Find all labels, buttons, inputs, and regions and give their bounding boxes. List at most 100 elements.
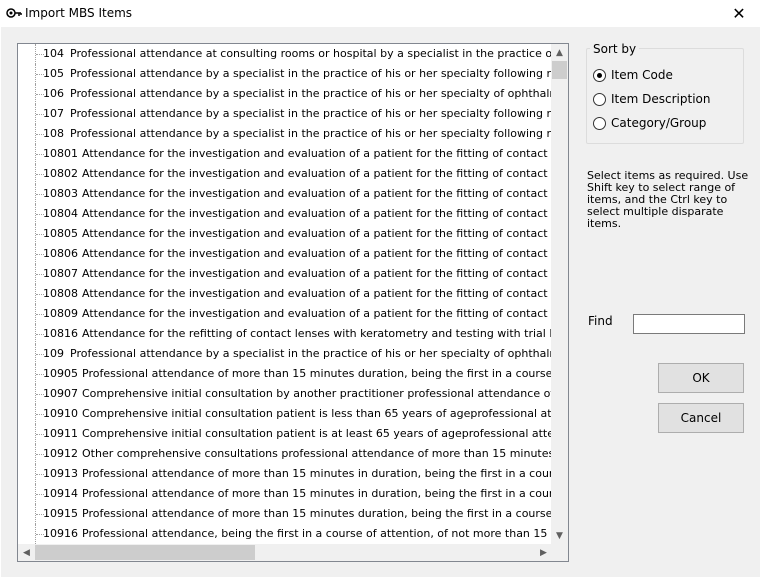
item-description: Professional attendance of more than 15 … bbox=[82, 367, 552, 380]
item-description: Comprehensive initial consultation patie… bbox=[82, 427, 552, 440]
tree-item[interactable]: 10816 Attendance for the refitting of con… bbox=[18, 324, 552, 344]
radio-label: Item Description bbox=[611, 92, 711, 106]
tree-item[interactable]: 10916 Professional attendance, being the … bbox=[18, 524, 552, 544]
item-description: Attendance for the investigation and eva… bbox=[82, 207, 552, 220]
item-description: Professional attendance of more than 15 … bbox=[82, 487, 552, 500]
cancel-button[interactable]: Cancel bbox=[658, 403, 744, 433]
item-code: 10912 bbox=[43, 447, 78, 460]
tree-item[interactable]: 106 Professional attendance by a speciali… bbox=[18, 84, 552, 104]
tree-item[interactable]: 10905 Professional attendance of more tha… bbox=[18, 364, 552, 384]
tree-item[interactable]: 107 Professional attendance by a speciali… bbox=[18, 104, 552, 124]
item-code: 10802 bbox=[43, 167, 78, 180]
item-description: Professional attendance by a specialist … bbox=[70, 67, 552, 80]
tree-item[interactable]: 10801 Attendance for the investigation an… bbox=[18, 144, 552, 164]
close-button[interactable]: ✕ bbox=[717, 0, 761, 27]
item-description: Professional attendance of more than 15 … bbox=[82, 507, 552, 520]
item-code: 10910 bbox=[43, 407, 78, 420]
item-description: Professional attendance by a specialist … bbox=[70, 87, 552, 100]
item-code: 10915 bbox=[43, 507, 78, 520]
scroll-right-arrow-icon[interactable]: ▶ bbox=[535, 544, 552, 561]
item-description: Attendance for the investigation and eva… bbox=[82, 147, 552, 160]
tree-item[interactable]: 10809 Attendance for the investigation an… bbox=[18, 304, 552, 324]
item-description: Professional attendance of more than 15 … bbox=[82, 467, 552, 480]
item-code: 10805 bbox=[43, 227, 78, 240]
item-description: Attendance for the investigation and eva… bbox=[82, 247, 552, 260]
tree-item[interactable]: 10913 Professional attendance of more tha… bbox=[18, 464, 552, 484]
tree-item[interactable]: 105 Professional attendance by a speciali… bbox=[18, 64, 552, 84]
tree-rows: 104 Professional attendance at consulting… bbox=[18, 44, 552, 544]
tree-item[interactable]: 108 Professional attendance by a speciali… bbox=[18, 124, 552, 144]
item-description: Professional attendance by a specialist … bbox=[70, 347, 552, 360]
mbs-items-tree[interactable]: 104 Professional attendance at consulting… bbox=[17, 43, 569, 562]
radio-circle[interactable] bbox=[593, 68, 606, 82]
radio-category-group[interactable]: Category/Group bbox=[593, 115, 706, 131]
item-description: Attendance for the investigation and eva… bbox=[82, 227, 552, 240]
scroll-up-arrow-icon[interactable]: ▲ bbox=[551, 44, 568, 61]
item-description: Attendance for the investigation and eva… bbox=[82, 187, 552, 200]
horizontal-scroll-thumb[interactable] bbox=[35, 545, 255, 560]
item-code: 10905 bbox=[43, 367, 78, 380]
item-code: 10914 bbox=[43, 487, 78, 500]
radio-label: Item Code bbox=[611, 68, 673, 82]
tree-item[interactable]: 104 Professional attendance at consulting… bbox=[18, 44, 552, 64]
item-code: 10816 bbox=[43, 327, 78, 340]
find-input[interactable] bbox=[633, 314, 745, 334]
tree-item[interactable]: 10912 Other comprehensive consultations p… bbox=[18, 444, 552, 464]
item-description: Other comprehensive consultations profes… bbox=[82, 447, 552, 460]
item-description: Comprehensive initial consultation patie… bbox=[82, 407, 552, 420]
ok-button[interactable]: OK bbox=[658, 363, 744, 393]
sort-by-label: Sort by bbox=[590, 42, 640, 56]
item-code: 10911 bbox=[43, 427, 78, 440]
item-description: Attendance for the investigation and eva… bbox=[82, 167, 552, 180]
tree-item[interactable]: 10804 Attendance for the investigation an… bbox=[18, 204, 552, 224]
item-code: 104 bbox=[43, 47, 64, 60]
tree-item[interactable]: 10911 Comprehensive initial consultation … bbox=[18, 424, 552, 444]
item-description: Attendance for the investigation and eva… bbox=[82, 287, 552, 300]
item-code: 10916 bbox=[43, 527, 78, 540]
radio-label: Category/Group bbox=[611, 116, 707, 130]
tree-item[interactable]: 10803 Attendance for the investigation an… bbox=[18, 184, 552, 204]
gear-key-icon bbox=[6, 8, 22, 18]
tree-item[interactable]: 10808 Attendance for the investigation an… bbox=[18, 284, 552, 304]
tree-item[interactable]: 109 Professional attendance by a speciali… bbox=[18, 344, 552, 364]
tree-item[interactable]: 10910 Comprehensive initial consultation … bbox=[18, 404, 552, 424]
item-code: 10806 bbox=[43, 247, 78, 260]
scroll-down-arrow-icon[interactable]: ▼ bbox=[551, 527, 568, 544]
window-title: Import MBS Items bbox=[25, 6, 133, 20]
item-code: 10907 bbox=[43, 387, 78, 400]
tree-item[interactable]: 10805 Attendance for the investigation an… bbox=[18, 224, 552, 244]
item-description: Professional attendance at consulting ro… bbox=[70, 47, 552, 60]
tree-item[interactable]: 10907 Comprehensive initial consultation … bbox=[18, 384, 552, 404]
item-code: 10804 bbox=[43, 207, 78, 220]
tree-item[interactable]: 10807 Attendance for the investigation an… bbox=[18, 264, 552, 284]
vertical-scrollbar[interactable]: ▲ ▼ bbox=[551, 44, 568, 544]
item-code: 107 bbox=[43, 107, 64, 120]
item-code: 10808 bbox=[43, 287, 78, 300]
item-code: 105 bbox=[43, 67, 64, 80]
item-code: 10801 bbox=[43, 147, 78, 160]
selection-hint: Select items as required. Use Shift key … bbox=[587, 169, 749, 230]
item-code: 108 bbox=[43, 127, 64, 140]
tree-item[interactable]: 10914 Professional attendance of more tha… bbox=[18, 484, 552, 504]
item-code: 10809 bbox=[43, 307, 78, 320]
tree-item[interactable]: 10915 Professional attendance of more tha… bbox=[18, 504, 552, 524]
tree-item[interactable]: 10806 Attendance for the investigation an… bbox=[18, 244, 552, 264]
item-code: 10807 bbox=[43, 267, 78, 280]
item-description: Professional attendance by a specialist … bbox=[70, 107, 552, 120]
radio-item-code[interactable]: Item Code bbox=[593, 67, 673, 83]
item-code: 10913 bbox=[43, 467, 78, 480]
scroll-left-arrow-icon[interactable]: ◀ bbox=[18, 544, 35, 561]
item-description: Attendance for the refitting of contact … bbox=[82, 327, 552, 340]
title-bar: Import MBS Items ✕ bbox=[0, 0, 761, 27]
find-label: Find bbox=[588, 314, 613, 328]
tree-item[interactable]: 10802 Attendance for the investigation an… bbox=[18, 164, 552, 184]
item-description: Professional attendance, being the first… bbox=[82, 527, 552, 540]
radio-item-description[interactable]: Item Description bbox=[593, 91, 710, 107]
vertical-scroll-thumb[interactable] bbox=[552, 61, 567, 79]
horizontal-scrollbar[interactable]: ◀ ▶ bbox=[18, 544, 552, 561]
radio-circle[interactable] bbox=[593, 92, 606, 106]
radio-circle[interactable] bbox=[593, 116, 606, 130]
item-code: 109 bbox=[43, 347, 64, 360]
item-code: 10803 bbox=[43, 187, 78, 200]
close-icon: ✕ bbox=[732, 4, 746, 23]
